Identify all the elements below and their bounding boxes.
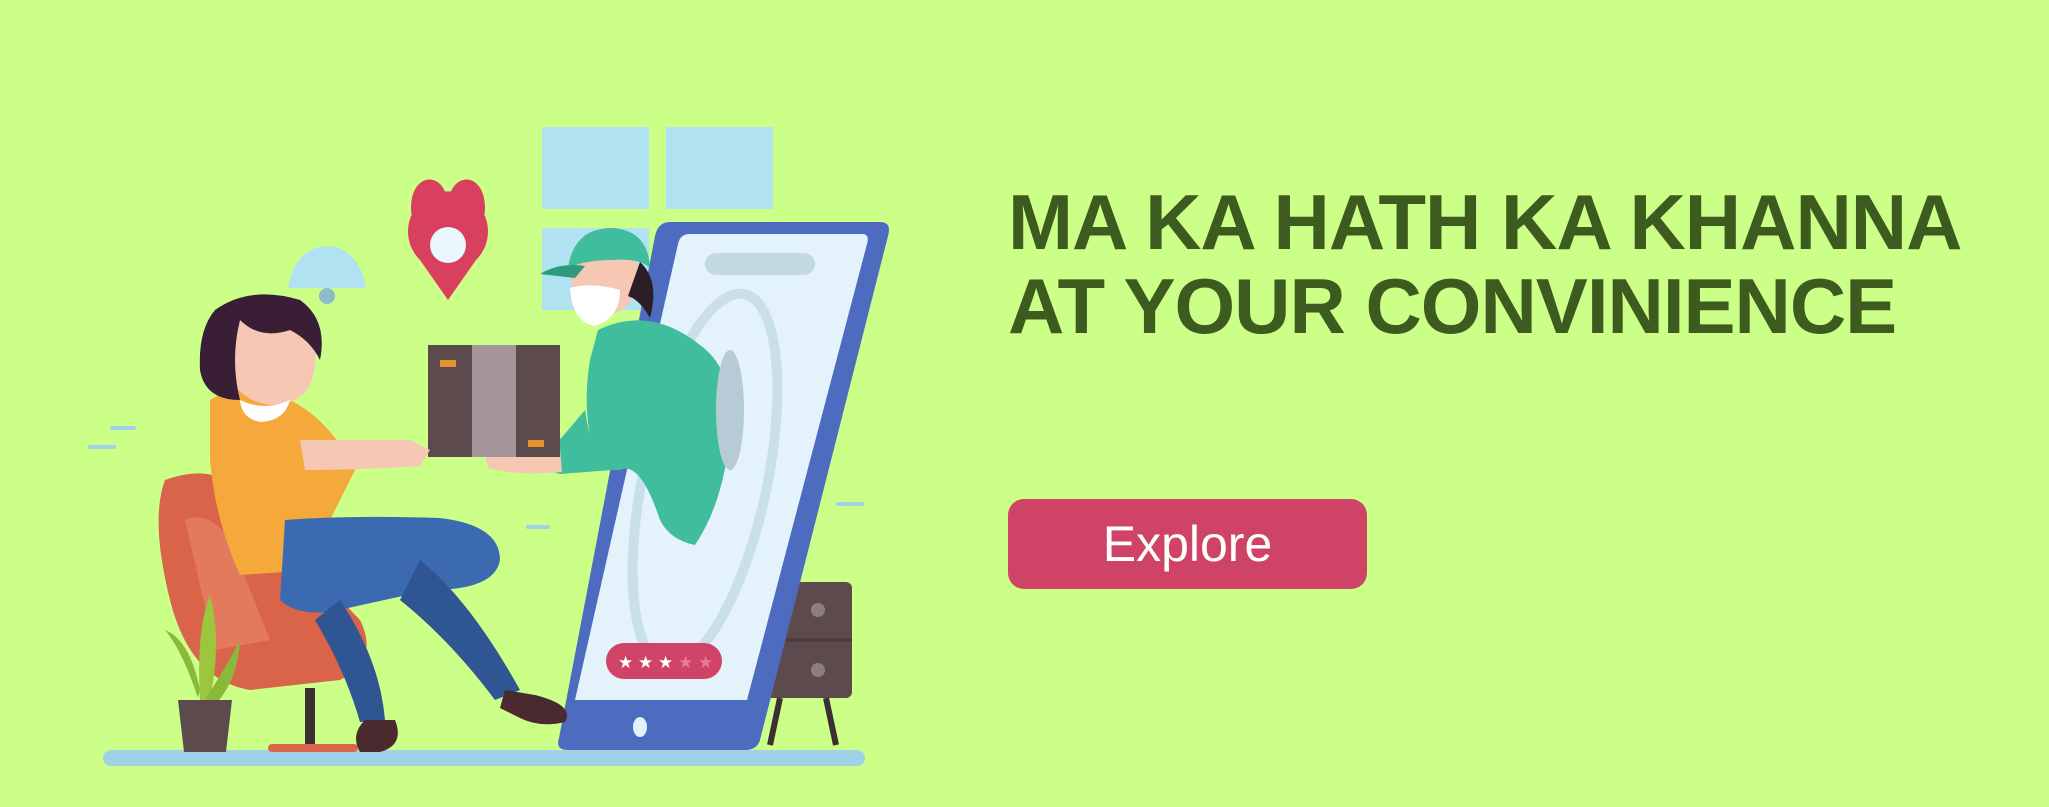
ceiling-lamp-icon (288, 246, 366, 304)
rating-stars-icon: ★ ★ ★ ★ ★ (606, 643, 722, 679)
svg-text:★: ★ (658, 653, 673, 673)
floor-line (103, 750, 865, 766)
headline: MA KA HATH KA KHANNA AT YOUR CONVINIENCE (1008, 178, 1962, 350)
svg-text:★: ★ (678, 653, 693, 673)
headline-line-1: MA KA HATH KA KHANNA (1008, 178, 1962, 266)
location-pin-icon (408, 179, 489, 300)
headline-line-2: AT YOUR CONVINIENCE (1008, 262, 1897, 350)
hero-banner: ★ ★ ★ ★ ★ MA KA HATH KA KHANNA AT YOUR C… (0, 0, 2049, 807)
explore-button-label: Explore (1102, 516, 1273, 572)
delivery-illustration: ★ ★ ★ ★ ★ (88, 127, 889, 766)
delivery-box-icon (428, 345, 560, 457)
svg-text:★: ★ (638, 653, 653, 673)
svg-text:★: ★ (618, 653, 633, 673)
svg-text:★: ★ (698, 653, 713, 673)
explore-button[interactable]: Explore (1008, 499, 1367, 589)
